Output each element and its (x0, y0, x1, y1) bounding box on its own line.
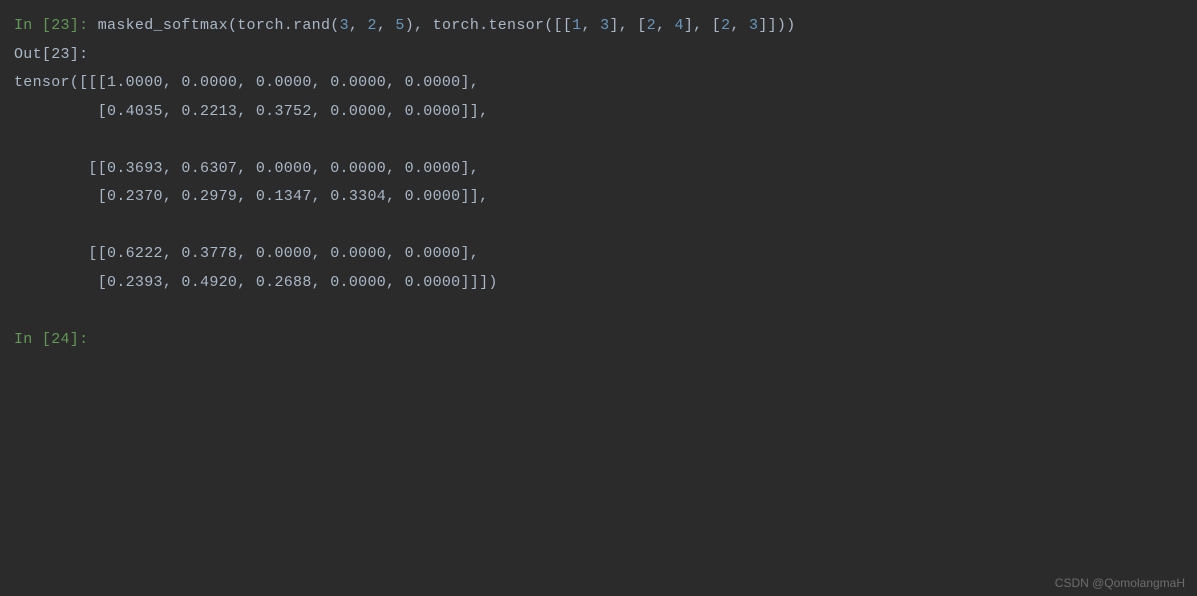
input-cell-23[interactable]: In [23]: masked_softmax(torch.rand(3, 2,… (14, 12, 1183, 41)
output-line: [0.2393, 0.4920, 0.2688, 0.0000, 0.0000]… (14, 269, 1183, 298)
output-line: [[0.3693, 0.6307, 0.0000, 0.0000, 0.0000… (14, 155, 1183, 184)
ipython-console[interactable]: In [23]: masked_softmax(torch.rand(3, 2,… (0, 0, 1197, 366)
function-name: masked_softmax (98, 17, 228, 34)
watermark-text: CSDN @QomolangmaH (1055, 576, 1185, 590)
output-blank (14, 126, 1183, 155)
input-cell-24[interactable]: In [24]: (14, 326, 1183, 355)
output-line: tensor([[[1.0000, 0.0000, 0.0000, 0.0000… (14, 69, 1183, 98)
in-prompt: In [23]: (14, 17, 98, 34)
output-blank (14, 297, 1183, 326)
out-prompt: Out[23]: (14, 41, 1183, 70)
in-prompt: In [24]: (14, 331, 98, 348)
output-line: [[0.6222, 0.3778, 0.0000, 0.0000, 0.0000… (14, 240, 1183, 269)
output-blank (14, 212, 1183, 241)
output-line: [0.2370, 0.2979, 0.1347, 0.3304, 0.0000]… (14, 183, 1183, 212)
output-line: [0.4035, 0.2213, 0.3752, 0.0000, 0.0000]… (14, 98, 1183, 127)
